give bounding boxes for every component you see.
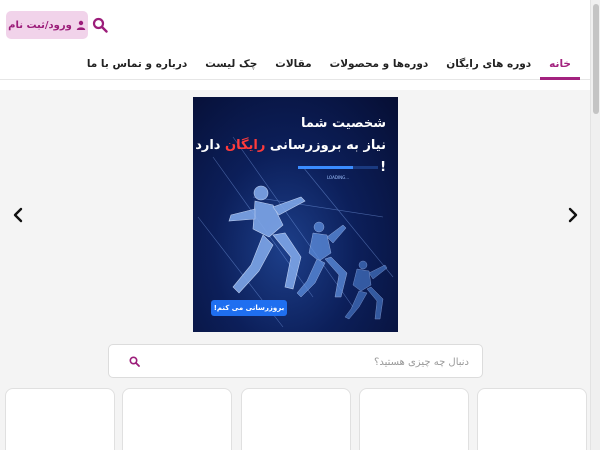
promo-banner[interactable]: LOADING... شخصیت شما نیاز به بروزرسانی ر… bbox=[193, 97, 398, 332]
nav-item-free-courses[interactable]: دوره های رایگان bbox=[437, 50, 540, 80]
nav-item-about-contact[interactable]: درباره و تماس با ما bbox=[78, 50, 196, 80]
course-card[interactable] bbox=[359, 388, 469, 450]
banner-title-line1: شخصیت شما bbox=[301, 116, 386, 131]
page-scrollbar[interactable] bbox=[590, 0, 600, 450]
nav-item-articles[interactable]: مقالات bbox=[266, 50, 320, 80]
course-card[interactable] bbox=[477, 388, 587, 450]
chevron-right-icon[interactable] bbox=[564, 206, 580, 224]
chevron-left-icon[interactable] bbox=[11, 206, 27, 224]
login-register-label: ورود/ثبت نام bbox=[8, 19, 72, 31]
course-cards-row bbox=[0, 388, 590, 450]
banner-cta-button[interactable]: بروزرسانی می کنم! bbox=[211, 300, 287, 316]
nav-item-home[interactable]: خانه bbox=[540, 50, 580, 80]
banner-title-highlight: رایگان bbox=[225, 138, 266, 153]
site-header: ورود/ثبت نام خانه دوره های رایگان دوره‌ه… bbox=[0, 0, 590, 90]
banner-title-line2: نیاز به بروزرسانی رایگان دارد ! bbox=[193, 135, 386, 179]
login-register-button[interactable]: ورود/ثبت نام bbox=[6, 11, 88, 39]
course-card[interactable] bbox=[241, 388, 351, 450]
banner-title-prefix: نیاز به بروزرسانی bbox=[269, 138, 386, 153]
course-card[interactable] bbox=[5, 388, 115, 450]
search-box bbox=[108, 344, 483, 378]
user-icon bbox=[76, 20, 86, 30]
search-icon[interactable] bbox=[92, 17, 108, 33]
nav-item-courses-products[interactable]: دوره‌ها و محصولات bbox=[321, 50, 438, 80]
course-card[interactable] bbox=[122, 388, 232, 450]
banner-title: شخصیت شما نیاز به بروزرسانی رایگان دارد … bbox=[193, 113, 386, 179]
scrollbar-thumb[interactable] bbox=[593, 4, 599, 114]
main-nav: خانه دوره های رایگان دوره‌ها و محصولات م… bbox=[78, 50, 580, 80]
search-input[interactable] bbox=[139, 351, 469, 373]
nav-item-checklist[interactable]: چک لیست bbox=[196, 50, 266, 80]
